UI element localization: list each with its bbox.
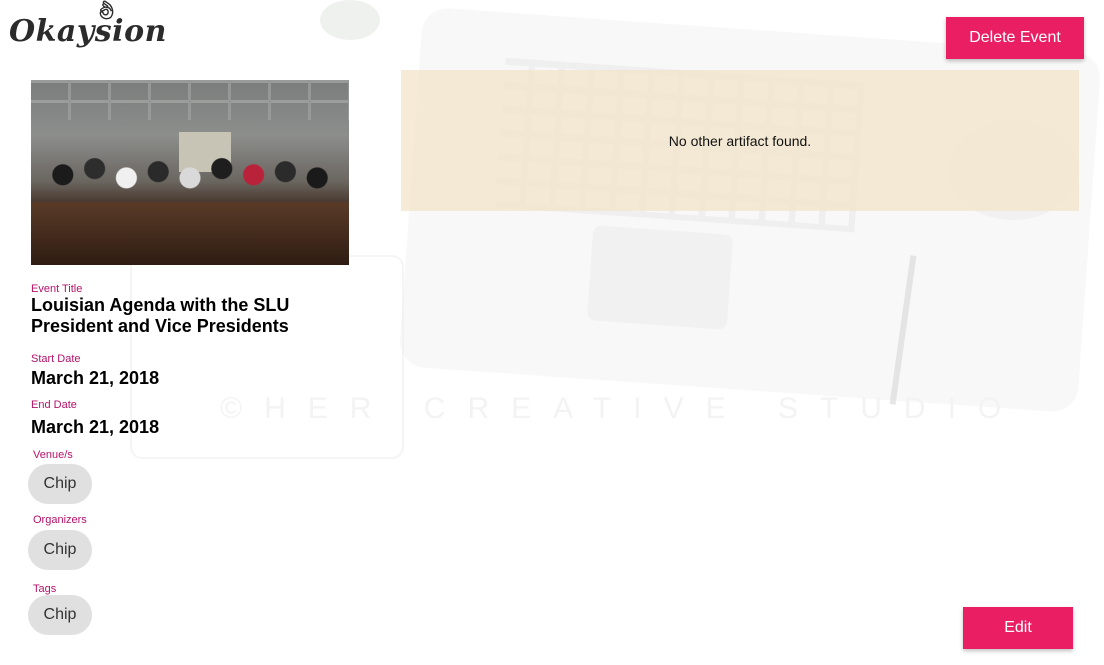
organizer-chip[interactable]: Chip <box>28 530 92 570</box>
app-logo[interactable]: Okaysion 👌︎ <box>9 0 167 49</box>
tags-section: Tags <box>33 583 56 595</box>
background-watermark: ©HER CREATIVE STUDIO <box>220 392 1024 425</box>
event-title-label: Event Title <box>31 283 83 295</box>
event-title-value: Louisian Agenda with the SLU President a… <box>31 295 290 336</box>
venues-label: Venue/s <box>33 449 73 461</box>
ok-hand-icon: 👌︎ <box>95 0 119 21</box>
event-title-section: Event Title Louisian Agenda with the SLU… <box>31 283 331 337</box>
end-date-section: End Date March 21, 2018 <box>31 399 159 438</box>
tag-chip[interactable]: Chip <box>28 595 92 635</box>
organizers-section: Organizers <box>33 514 87 526</box>
tags-label: Tags <box>33 583 57 595</box>
edit-button[interactable]: Edit <box>963 607 1073 649</box>
artifacts-panel: No other artifact found. <box>401 70 1079 211</box>
delete-event-button[interactable]: Delete Event <box>946 17 1084 59</box>
event-photo <box>31 80 349 265</box>
trackpad-decoration <box>586 225 734 330</box>
venues-section: Venue/s <box>33 449 73 461</box>
end-date-value: March 21, 2018 <box>31 417 160 437</box>
end-date-label: End Date <box>31 399 77 411</box>
logo-text: Okaysion <box>9 14 167 49</box>
venue-chip[interactable]: Chip <box>28 464 92 504</box>
start-date-value: March 21, 2018 <box>31 368 160 388</box>
start-date-label: Start Date <box>31 353 81 365</box>
no-artifact-message: No other artifact found. <box>668 132 812 149</box>
start-date-section: Start Date March 21, 2018 <box>31 353 159 389</box>
organizers-label: Organizers <box>33 514 87 526</box>
leaf-decoration <box>320 0 380 40</box>
